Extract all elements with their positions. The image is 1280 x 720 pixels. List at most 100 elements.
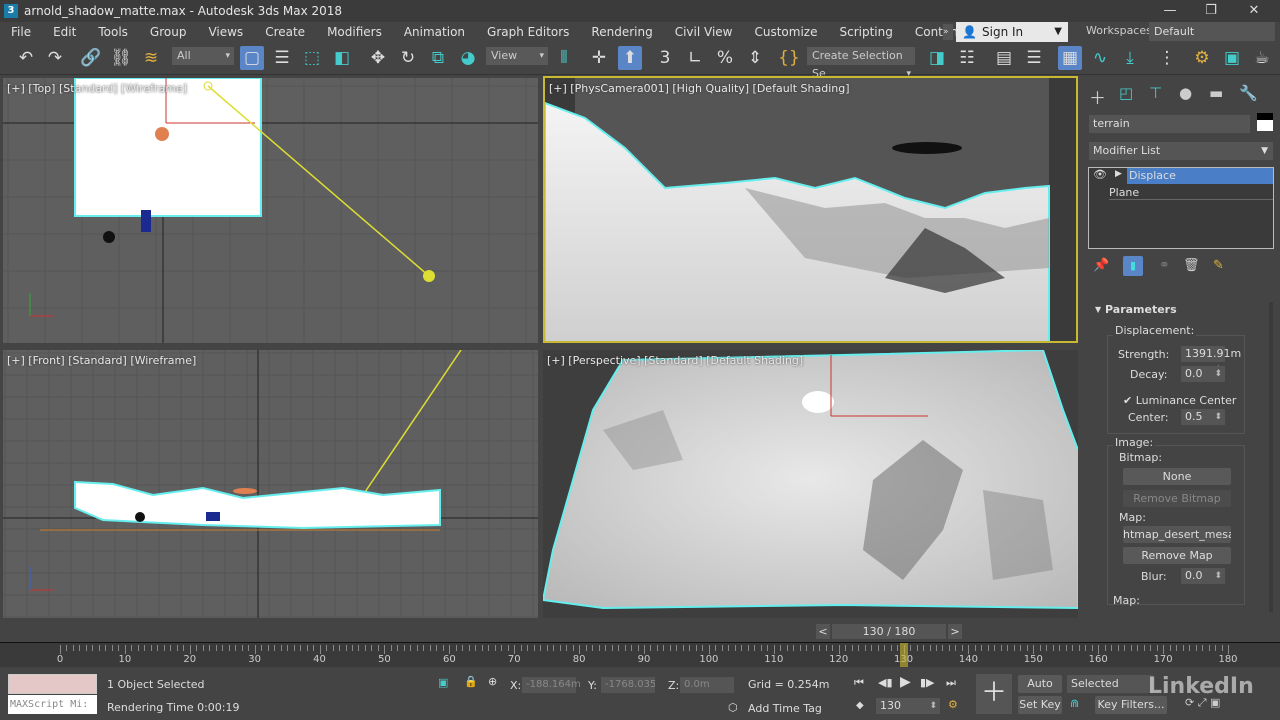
eye-icon[interactable]: 👁 xyxy=(1093,168,1107,181)
restore-button[interactable]: ❐ xyxy=(1191,0,1231,22)
previous-frame-icon[interactable]: ◀▮ xyxy=(878,676,893,689)
stack-item-plane[interactable]: Plane xyxy=(1109,185,1273,200)
center-spinner[interactable]: 0.5 xyxy=(1181,409,1225,425)
workspaces-dropdown[interactable]: Default xyxy=(1149,22,1275,41)
move-icon[interactable]: ✥ xyxy=(366,46,390,70)
undo-icon[interactable]: ↶ xyxy=(14,46,38,70)
menu-modifiers[interactable]: Modifiers xyxy=(316,25,393,39)
curve-editor-icon[interactable]: ∿ xyxy=(1088,46,1112,70)
named-selection-dropdown[interactable]: Create Selection Se xyxy=(807,47,915,83)
terrain-plane[interactable] xyxy=(74,78,262,217)
selection-filter-dropdown[interactable]: All xyxy=(172,47,234,65)
current-frame-marker[interactable] xyxy=(899,643,908,667)
expand-arrow-icon[interactable]: ▶ xyxy=(1115,169,1122,179)
link-icon[interactable]: 🔗 xyxy=(79,46,103,70)
blur-spinner[interactable]: 0.0 xyxy=(1181,568,1225,584)
render-setup-icon[interactable]: ⚙ xyxy=(1190,46,1214,70)
scene-explorer-icon[interactable]: ▤ xyxy=(992,46,1016,70)
modifier-list-dropdown[interactable]: Modifier List ▼ xyxy=(1089,142,1273,160)
prev-frame-button[interactable]: < xyxy=(816,624,830,639)
key-mode-toggle-icon[interactable]: ◆ xyxy=(856,700,864,711)
menu-civil-view[interactable]: Civil View xyxy=(664,25,744,39)
parameters-rollout-title[interactable]: Parameters xyxy=(1105,303,1177,316)
map-button[interactable]: htmap_desert_mesas_4 xyxy=(1123,526,1231,543)
collapse-arrow-icon[interactable]: ▼ xyxy=(1095,305,1101,314)
viewport-label[interactable]: [+] [Front] [Standard] [Wireframe] xyxy=(7,354,196,367)
menu-edit[interactable]: Edit xyxy=(42,25,87,39)
menu-animation[interactable]: Animation xyxy=(393,25,476,39)
set-key-button[interactable]: Set Key xyxy=(1018,696,1062,714)
show-end-result-icon[interactable]: ▮ xyxy=(1123,256,1143,276)
percent-snap-icon[interactable]: % xyxy=(713,46,737,70)
viewport-camera[interactable]: [+] [PhysCamera001] [High Quality] [Defa… xyxy=(543,76,1078,343)
menu-views[interactable]: Views xyxy=(197,25,254,39)
track-bar[interactable]: 0102030405060708090100110120130140150160… xyxy=(0,643,1280,667)
modify-tab-icon[interactable]: ◰ xyxy=(1119,84,1133,102)
bitmap-none-button[interactable]: None xyxy=(1123,468,1231,485)
x-coordinate-field[interactable]: -188.164m xyxy=(522,677,581,693)
select-by-name-icon[interactable]: ☰ xyxy=(270,46,294,70)
hierarchy-tab-icon[interactable]: ⊤ xyxy=(1149,84,1162,102)
menu-rendering[interactable]: Rendering xyxy=(580,25,663,39)
place-icon[interactable]: ◕ xyxy=(456,46,480,70)
layer-explorer-icon[interactable]: ☰ xyxy=(1022,46,1046,70)
object-color-swatch[interactable] xyxy=(1257,113,1273,131)
add-time-tag-button[interactable]: Add Time Tag xyxy=(748,702,822,715)
reference-coordinate-dropdown[interactable]: View xyxy=(486,47,548,65)
object-name-input[interactable]: terrain xyxy=(1089,115,1250,133)
mirror-icon[interactable]: ◨ xyxy=(925,46,949,70)
edit-named-selection-icon[interactable]: {} xyxy=(777,46,801,70)
scale-icon[interactable]: ⧉ xyxy=(426,46,450,70)
redo-icon[interactable]: ↷ xyxy=(43,46,67,70)
camera-object[interactable] xyxy=(141,210,151,232)
close-button[interactable]: ✕ xyxy=(1234,0,1274,22)
viewport-navigation-icons[interactable]: ⟳ ⤢ ▣ xyxy=(1185,696,1220,710)
create-tab-icon[interactable]: ＋ xyxy=(1089,84,1106,109)
snaps-toggle-icon[interactable]: 3 xyxy=(653,46,677,70)
spinner-snap-icon[interactable]: ⇕ xyxy=(743,46,767,70)
rectangular-selection-icon[interactable]: ⬚ xyxy=(300,46,324,70)
strength-spinner[interactable]: 1391.91m xyxy=(1181,346,1241,378)
viewport-front[interactable]: [+] [Front] [Standard] [Wireframe] xyxy=(3,350,538,618)
skydome-object[interactable] xyxy=(103,231,115,243)
next-frame-button[interactable]: > xyxy=(948,624,962,639)
remove-map-button[interactable]: Remove Map xyxy=(1123,547,1231,564)
key-mode-dropdown[interactable]: Selected xyxy=(1067,675,1153,693)
render-production-icon[interactable]: ☕ xyxy=(1250,46,1274,70)
select-object-icon[interactable]: ▢ xyxy=(240,46,264,70)
menu-file[interactable]: File xyxy=(0,25,42,39)
stack-item-displace[interactable]: 👁 ▶ Displace xyxy=(1089,168,1273,184)
unlink-icon[interactable]: ⛓ xyxy=(109,46,133,70)
y-coordinate-field[interactable]: -1768.035r xyxy=(601,677,655,693)
utilities-tab-icon[interactable]: 🔧 xyxy=(1239,84,1258,102)
remove-bitmap-button[interactable]: Remove Bitmap xyxy=(1123,490,1231,507)
viewport-label[interactable]: [+] [Top] [Standard] [Wireframe] xyxy=(7,82,187,95)
menu-group[interactable]: Group xyxy=(139,25,198,39)
motion-tab-icon[interactable]: ● xyxy=(1179,84,1192,102)
sun-light[interactable] xyxy=(155,127,169,141)
sign-in-dropdown[interactable]: 👤 Sign In ▼ xyxy=(956,22,1068,42)
minimize-button[interactable]: — xyxy=(1150,0,1190,22)
viewport-label[interactable]: [+] [PhysCamera001] [High Quality] [Defa… xyxy=(549,82,850,95)
current-frame-spinner[interactable]: 130 xyxy=(876,698,940,714)
absolute-mode-icon[interactable]: ⊕ xyxy=(488,675,497,688)
maxscript-listener-output[interactable] xyxy=(8,674,97,694)
set-keys-button[interactable]: ＋ xyxy=(976,674,1012,714)
default-tangents-icon[interactable]: ⋒ xyxy=(1070,697,1079,710)
next-frame-icon[interactable]: ▮▶ xyxy=(920,676,935,689)
pivot-center-icon[interactable]: ⫴ xyxy=(552,46,576,70)
isolate-selection-icon[interactable]: ▣ xyxy=(438,676,448,689)
panel-scrollbar[interactable] xyxy=(1269,302,1273,612)
align-icon[interactable]: ☷ xyxy=(955,46,979,70)
make-unique-icon[interactable]: ⚭ xyxy=(1159,258,1170,273)
pin-stack-icon[interactable]: 📌 xyxy=(1093,258,1109,273)
menu-graph-editors[interactable]: Graph Editors xyxy=(476,25,580,39)
luminance-center-checkbox[interactable]: ✔ Luminance Center xyxy=(1123,394,1236,407)
select-manipulate-icon[interactable]: ✛ xyxy=(587,46,611,70)
viewport-top[interactable]: [+] [Top] [Standard] [Wireframe] xyxy=(3,78,538,343)
ribbon-icon[interactable]: ▦ xyxy=(1058,46,1082,70)
time-configuration-icon[interactable]: ⚙ xyxy=(948,698,958,711)
z-coordinate-field[interactable]: 0.0m xyxy=(680,677,734,693)
dope-sheet-icon[interactable]: ⤓ xyxy=(1118,46,1142,70)
play-icon[interactable]: ▶ xyxy=(900,674,911,690)
